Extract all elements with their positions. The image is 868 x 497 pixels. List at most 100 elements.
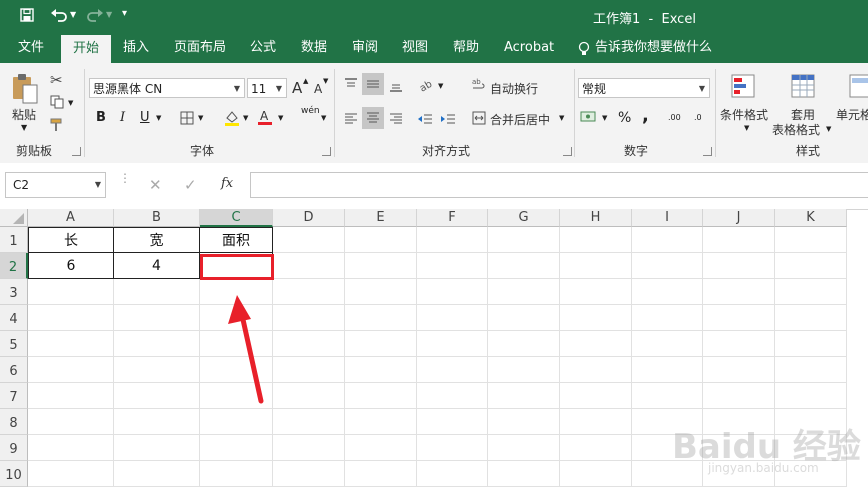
font-launcher-icon[interactable] xyxy=(322,147,331,156)
cell-i4[interactable] xyxy=(632,305,703,331)
cell-f7[interactable] xyxy=(417,383,488,409)
align-bottom-icon[interactable] xyxy=(388,77,404,93)
cell-g8[interactable] xyxy=(488,409,560,435)
cell-b5[interactable] xyxy=(114,331,200,357)
tab-page-layout[interactable]: 页面布局 xyxy=(174,33,226,63)
cell-g7[interactable] xyxy=(488,383,560,409)
cell-j2[interactable] xyxy=(703,253,775,279)
select-all-corner[interactable] xyxy=(0,209,28,227)
cell-h1[interactable] xyxy=(560,227,632,253)
cell-a10[interactable] xyxy=(28,461,114,487)
cell-b7[interactable] xyxy=(114,383,200,409)
cell-i6[interactable] xyxy=(632,357,703,383)
cell-h5[interactable] xyxy=(560,331,632,357)
cell-g5[interactable] xyxy=(488,331,560,357)
cell-e5[interactable] xyxy=(345,331,417,357)
cell-i7[interactable] xyxy=(632,383,703,409)
cell-j5[interactable] xyxy=(703,331,775,357)
row-header-4[interactable]: 4 xyxy=(0,305,28,331)
cell-e10[interactable] xyxy=(345,461,417,487)
cell-i3[interactable] xyxy=(632,279,703,305)
cell-e8[interactable] xyxy=(345,409,417,435)
cell-f6[interactable] xyxy=(417,357,488,383)
row-header-9[interactable]: 9 xyxy=(0,435,28,461)
font-color-dropdown-icon[interactable]: ▼ xyxy=(278,114,283,122)
merge-center-button[interactable]: 合并后居中 xyxy=(490,111,550,128)
conditional-dropdown-icon[interactable]: ▼ xyxy=(744,124,749,132)
cell-f5[interactable] xyxy=(417,331,488,357)
percent-button[interactable]: % xyxy=(618,110,631,126)
row-header-7[interactable]: 7 xyxy=(0,383,28,409)
conditional-formatting-icon[interactable] xyxy=(730,73,758,101)
cell-e7[interactable] xyxy=(345,383,417,409)
cell-g3[interactable] xyxy=(488,279,560,305)
italic-button[interactable]: I xyxy=(120,110,125,125)
tab-insert[interactable]: 插入 xyxy=(123,33,149,63)
cell-k4[interactable] xyxy=(775,305,847,331)
tab-home[interactable]: 开始 xyxy=(61,35,112,63)
cell-g10[interactable] xyxy=(488,461,560,487)
tab-view[interactable]: 视图 xyxy=(402,33,428,63)
paste-dropdown-icon[interactable]: ▼ xyxy=(21,123,27,132)
cell-d9[interactable] xyxy=(273,435,345,461)
grow-font-button[interactable]: A xyxy=(292,79,302,97)
cell-h8[interactable] xyxy=(560,409,632,435)
format-painter-icon[interactable] xyxy=(50,118,64,132)
cell-b4[interactable] xyxy=(114,305,200,331)
row-header-3[interactable]: 3 xyxy=(0,279,28,305)
cell-a2[interactable]: 6 xyxy=(28,253,114,279)
clipboard-launcher-icon[interactable] xyxy=(72,147,81,156)
cell-b3[interactable] xyxy=(114,279,200,305)
column-header-b[interactable]: B xyxy=(114,209,200,227)
column-header-k[interactable]: K xyxy=(775,209,847,227)
cell-i1[interactable] xyxy=(632,227,703,253)
number-launcher-icon[interactable] xyxy=(703,147,712,156)
column-header-e[interactable]: E xyxy=(345,209,417,227)
cell-h10[interactable] xyxy=(560,461,632,487)
cell-a1[interactable]: 长 xyxy=(28,227,114,253)
paste-button[interactable]: 粘贴 xyxy=(12,106,36,123)
cell-j3[interactable] xyxy=(703,279,775,305)
align-middle-icon[interactable] xyxy=(362,73,384,95)
align-right-icon[interactable] xyxy=(388,111,404,127)
font-color-icon[interactable]: A xyxy=(257,108,273,126)
fill-color-dropdown-icon[interactable]: ▼ xyxy=(243,114,248,122)
currency-icon[interactable] xyxy=(580,109,598,125)
currency-dropdown-icon[interactable]: ▼ xyxy=(602,114,607,122)
cell-c1[interactable]: 面积 xyxy=(200,227,273,253)
cell-g2[interactable] xyxy=(488,253,560,279)
formula-input[interactable] xyxy=(250,172,868,198)
borders-dropdown-icon[interactable]: ▼ xyxy=(198,114,203,122)
customize-qat-icon[interactable]: ▾ xyxy=(122,8,127,19)
cell-e9[interactable] xyxy=(345,435,417,461)
cell-i5[interactable] xyxy=(632,331,703,357)
cell-f10[interactable] xyxy=(417,461,488,487)
comma-button[interactable]: , xyxy=(642,105,649,126)
cell-g1[interactable] xyxy=(488,227,560,253)
cell-k5[interactable] xyxy=(775,331,847,357)
cell-d1[interactable] xyxy=(273,227,345,253)
cell-k7[interactable] xyxy=(775,383,847,409)
tab-acrobat[interactable]: Acrobat xyxy=(504,33,554,63)
orientation-icon[interactable]: ab xyxy=(418,77,434,95)
undo-icon[interactable] xyxy=(50,7,68,23)
undo-dropdown-icon[interactable]: ▼ xyxy=(70,10,76,19)
cell-f4[interactable] xyxy=(417,305,488,331)
alignment-launcher-icon[interactable] xyxy=(563,147,572,156)
cell-h3[interactable] xyxy=(560,279,632,305)
conditional-formatting-button[interactable]: 条件格式 xyxy=(720,106,768,123)
cell-h6[interactable] xyxy=(560,357,632,383)
format-as-table-label-2[interactable]: 表格格式 xyxy=(772,121,820,138)
cell-f2[interactable] xyxy=(417,253,488,279)
orientation-dropdown-icon[interactable]: ▼ xyxy=(438,82,443,90)
row-header-10[interactable]: 10 xyxy=(0,461,28,487)
cell-e3[interactable] xyxy=(345,279,417,305)
cell-k2[interactable] xyxy=(775,253,847,279)
cell-h7[interactable] xyxy=(560,383,632,409)
insert-function-button[interactable]: fx xyxy=(221,176,233,191)
cell-d2[interactable] xyxy=(273,253,345,279)
cell-b9[interactable] xyxy=(114,435,200,461)
row-header-1[interactable]: 1 xyxy=(0,227,28,253)
column-header-d[interactable]: D xyxy=(273,209,345,227)
merge-center-icon[interactable] xyxy=(472,111,486,125)
